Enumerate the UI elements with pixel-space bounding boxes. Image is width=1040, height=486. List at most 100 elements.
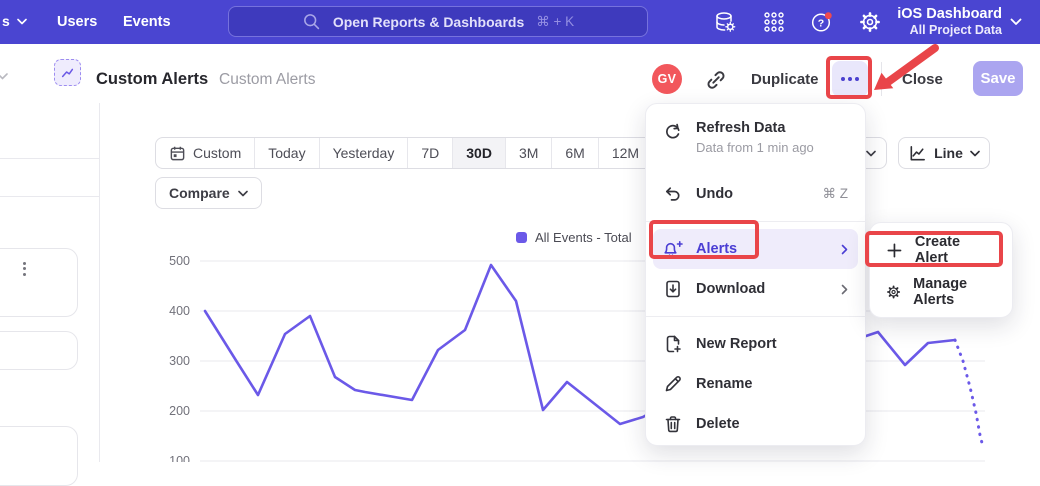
nav-item-cropped[interactable]: s bbox=[2, 13, 27, 29]
date-range-custom[interactable]: Custom bbox=[156, 138, 255, 168]
kebab-menu-icon[interactable] bbox=[23, 259, 26, 278]
chevron-right-icon bbox=[841, 284, 848, 295]
pencil-icon bbox=[663, 374, 683, 394]
breadcrumb: Custom Alerts bbox=[219, 71, 315, 89]
chevron-down-icon bbox=[866, 150, 876, 157]
chevron-down-icon bbox=[238, 190, 248, 197]
calendar-icon bbox=[169, 145, 186, 162]
chevron-right-icon bbox=[841, 244, 848, 255]
date-range-6m[interactable]: 6M bbox=[552, 138, 598, 168]
search-bar[interactable]: Open Reports & Dashboards ⌘ + K bbox=[228, 6, 648, 37]
search-placeholder: Open Reports & Dashboards bbox=[333, 14, 524, 30]
settings-gear-icon[interactable] bbox=[858, 10, 882, 34]
chevron-down-icon bbox=[970, 150, 980, 157]
menu-item-rename[interactable]: Rename bbox=[653, 364, 858, 404]
svg-text:300: 300 bbox=[169, 354, 190, 368]
svg-text:200: 200 bbox=[169, 404, 190, 418]
save-button-label: Save bbox=[980, 70, 1015, 87]
sidebar-card bbox=[0, 426, 78, 486]
date-range-30d-selected[interactable]: 30D bbox=[453, 138, 506, 168]
toolbar-divider bbox=[881, 62, 882, 96]
submenu-item-label: Manage Alerts bbox=[913, 276, 996, 308]
page-title: Custom Alerts bbox=[96, 70, 208, 89]
compare-label: Compare bbox=[169, 185, 230, 201]
date-range-7d[interactable]: 7D bbox=[408, 138, 453, 168]
avatar[interactable]: GV bbox=[652, 64, 682, 94]
nav-cropped-label: s bbox=[2, 13, 10, 29]
svg-text:500: 500 bbox=[169, 254, 190, 268]
date-range-label: Today bbox=[268, 145, 305, 161]
menu-item-label: Rename bbox=[696, 376, 752, 392]
submenu-item-create-alert[interactable]: Create Alert bbox=[878, 229, 1004, 271]
legend-label: All Events - Total bbox=[535, 230, 632, 245]
data-management-icon[interactable] bbox=[713, 10, 737, 34]
undo-icon bbox=[663, 184, 683, 204]
legend-swatch bbox=[516, 232, 527, 243]
search-shortcut: ⌘ + K bbox=[536, 14, 574, 30]
chart-type-button[interactable]: Line bbox=[898, 137, 990, 169]
compare-button[interactable]: Compare bbox=[155, 177, 262, 209]
sidebar-row-divider bbox=[0, 196, 99, 197]
menu-item-shortcut: ⌘ Z bbox=[823, 186, 849, 202]
chart-type-label: Line bbox=[934, 145, 963, 161]
menu-item-alerts[interactable]: Alerts bbox=[653, 229, 858, 269]
nav-item-events[interactable]: Events bbox=[123, 14, 171, 30]
cropped-element-fragment bbox=[0, 72, 8, 81]
notification-dot bbox=[825, 12, 832, 19]
sidebar-row-divider bbox=[0, 158, 99, 159]
more-options-menu: Refresh Data Data from 1 min ago Undo ⌘ … bbox=[645, 103, 866, 446]
report-toolbar: Custom Alerts Custom Alerts GV Duplicate… bbox=[0, 44, 1040, 103]
save-button[interactable]: Save bbox=[973, 61, 1023, 96]
sidebar-divider bbox=[99, 103, 100, 462]
settings-gear-icon bbox=[886, 283, 901, 301]
menu-item-label: Refresh Data bbox=[696, 120, 814, 136]
search-icon bbox=[302, 12, 321, 31]
avatar-initials: GV bbox=[658, 72, 677, 86]
menu-item-delete[interactable]: Delete bbox=[653, 404, 858, 444]
more-options-button[interactable] bbox=[832, 61, 868, 97]
legend-item[interactable]: All Events - Total bbox=[516, 230, 632, 245]
date-range-label: 6M bbox=[565, 145, 584, 161]
bell-plus-icon bbox=[663, 239, 683, 259]
date-range-today[interactable]: Today bbox=[255, 138, 319, 168]
menu-item-new-report[interactable]: New Report bbox=[653, 324, 858, 364]
date-range-3m[interactable]: 3M bbox=[506, 138, 552, 168]
menu-item-undo[interactable]: Undo ⌘ Z bbox=[653, 174, 858, 214]
date-range-label: 7D bbox=[421, 145, 439, 161]
svg-text:400: 400 bbox=[169, 304, 190, 318]
menu-divider bbox=[646, 221, 865, 222]
refresh-icon bbox=[663, 122, 683, 142]
menu-item-refresh-data[interactable]: Refresh Data Data from 1 min ago bbox=[653, 114, 858, 174]
menu-item-label: Download bbox=[696, 281, 765, 297]
share-link-icon[interactable] bbox=[703, 67, 729, 93]
duplicate-button[interactable]: Duplicate bbox=[751, 71, 819, 88]
date-range-selector: Custom Today Yesterday 7D 30D 3M 6M 12M bbox=[155, 137, 653, 169]
apps-grid-icon[interactable] bbox=[762, 10, 786, 34]
date-range-label: 3M bbox=[519, 145, 538, 161]
svg-text:100: 100 bbox=[169, 454, 190, 462]
date-range-label: 12M bbox=[612, 145, 639, 161]
project-title: iOS Dashboard bbox=[886, 5, 1002, 23]
menu-item-label: Delete bbox=[696, 416, 740, 432]
svg-text:?: ? bbox=[818, 17, 824, 29]
menu-item-sublabel: Data from 1 min ago bbox=[696, 140, 814, 155]
close-button[interactable]: Close bbox=[902, 71, 943, 88]
date-range-label: Yesterday bbox=[333, 145, 395, 161]
trash-icon bbox=[663, 414, 683, 434]
menu-item-label: Alerts bbox=[696, 241, 737, 257]
sidebar-card bbox=[0, 248, 78, 317]
submenu-item-manage-alerts[interactable]: Manage Alerts bbox=[878, 271, 1004, 313]
line-chart-icon bbox=[908, 144, 927, 163]
nav-item-users[interactable]: Users bbox=[57, 14, 97, 30]
download-icon bbox=[663, 279, 683, 299]
project-subtitle: All Project Data bbox=[886, 23, 1002, 38]
menu-divider bbox=[646, 316, 865, 317]
date-range-yesterday[interactable]: Yesterday bbox=[320, 138, 409, 168]
project-switcher[interactable]: iOS Dashboard All Project Data bbox=[886, 5, 1002, 38]
menu-item-label: Undo bbox=[696, 186, 733, 202]
help-icon[interactable]: ? bbox=[810, 10, 834, 34]
report-icon bbox=[54, 59, 81, 86]
sidebar-card bbox=[0, 331, 78, 370]
date-range-label: Custom bbox=[193, 145, 241, 161]
menu-item-download[interactable]: Download bbox=[653, 269, 858, 309]
